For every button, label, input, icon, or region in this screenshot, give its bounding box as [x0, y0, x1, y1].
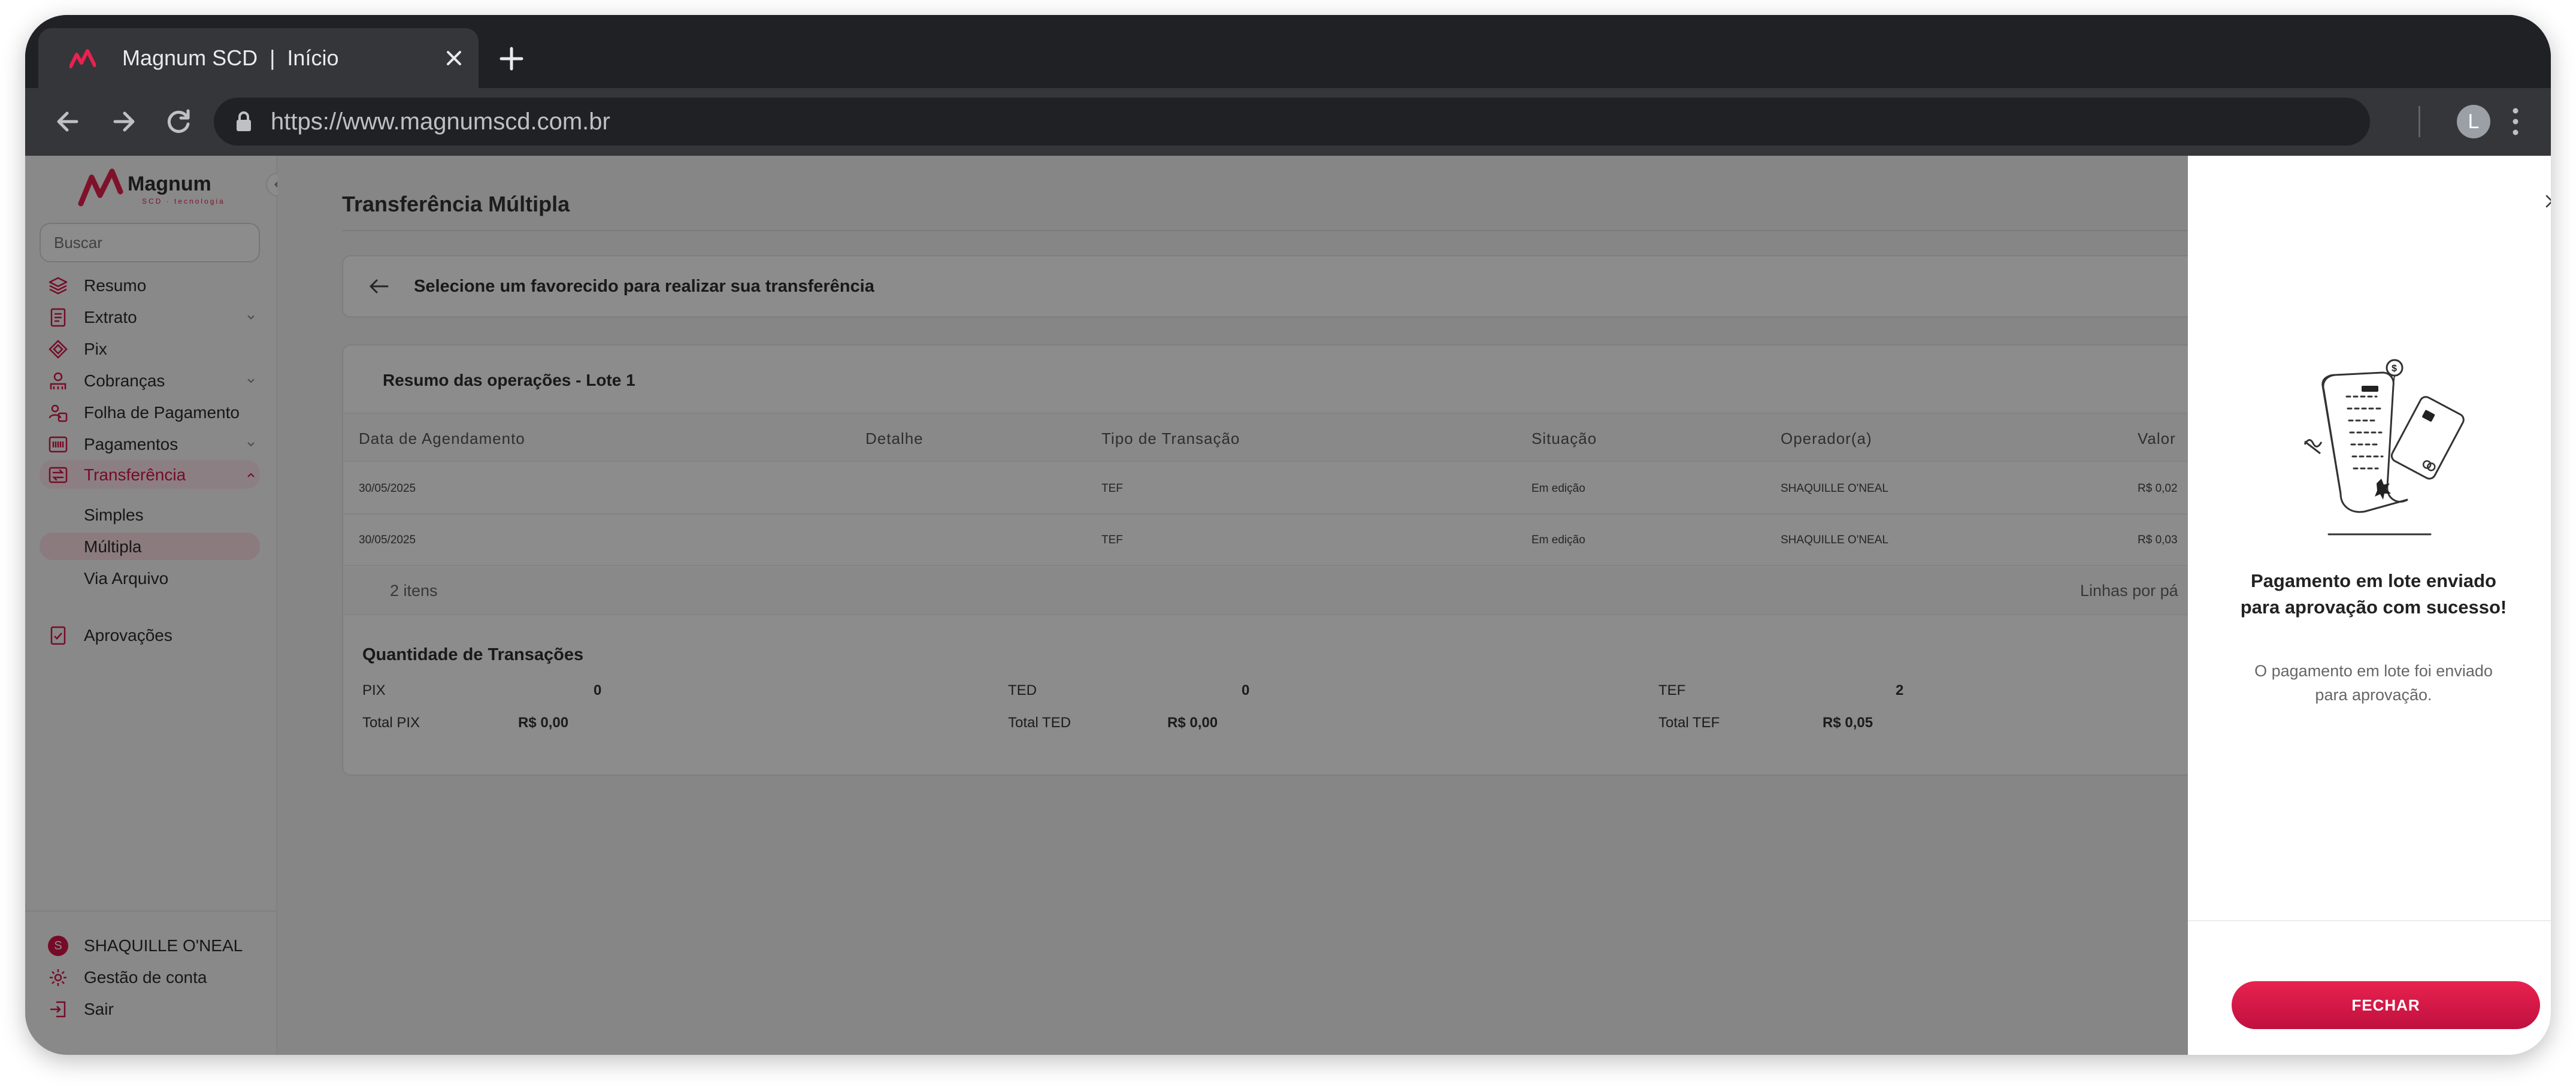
success-drawer: $ Pagamento em lote enviado para aprovaç… — [2188, 156, 2551, 1055]
back-icon[interactable] — [53, 106, 84, 137]
new-tab-icon[interactable] — [497, 44, 526, 74]
tab-strip: Magnum SCD | Início — [25, 15, 2551, 88]
magnum-favicon-icon — [69, 49, 96, 68]
forward-icon[interactable] — [108, 106, 139, 137]
success-message: O pagamento em lote foi enviado para apr… — [2254, 662, 2493, 704]
web-page: Magnum SCD · tecnologia Resumo — [25, 156, 2551, 1055]
tab-title: Magnum SCD | Início — [122, 46, 339, 70]
browser-tab[interactable]: Magnum SCD | Início — [38, 28, 479, 88]
receipt-card-illustration-icon: $ — [2303, 359, 2465, 536]
toolbar-divider — [2418, 106, 2420, 137]
success-title: Pagamento em lote enviado para aprovação… — [2240, 570, 2507, 618]
svg-text:$: $ — [2392, 364, 2397, 374]
address-bar[interactable]: https://www.magnumscd.com.br — [214, 98, 2370, 146]
lock-icon — [237, 111, 251, 131]
close-button[interactable]: FECHAR — [2232, 981, 2540, 1029]
browser-window: Magnum SCD | Início https://www.magnumsc… — [25, 15, 2551, 1055]
more-menu-icon[interactable] — [2510, 106, 2521, 137]
browser-toolbar: https://www.magnumscd.com.br L — [25, 88, 2551, 156]
url-text: https://www.magnumscd.com.br — [271, 108, 610, 135]
profile-avatar[interactable]: L — [2457, 105, 2490, 138]
reload-icon[interactable] — [163, 106, 194, 137]
close-tab-icon[interactable] — [442, 46, 466, 70]
divider — [2188, 920, 2551, 921]
modal-backdrop[interactable] — [25, 156, 2188, 1055]
close-icon[interactable] — [2544, 193, 2551, 210]
